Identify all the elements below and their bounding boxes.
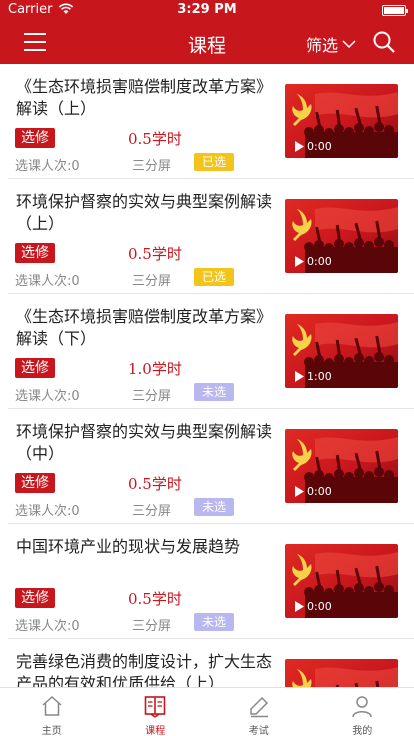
tab-label: 主页: [41, 726, 62, 736]
course-hours: 0.5学时: [128, 590, 182, 608]
duration-label: 0:00: [307, 485, 332, 498]
course-thumbnail[interactable]: 0:00: [285, 429, 398, 503]
flag-thumbnail-icon: [285, 659, 398, 687]
course-type-badge: 选修: [15, 243, 55, 263]
course-title: 完善绿色消费的制度设计，扩大生态产品的有效和优质供给（上）: [16, 652, 272, 687]
chevron-down-icon: [342, 40, 356, 49]
course-type-badge: 选修: [15, 128, 55, 148]
status-bar: Carrier 3:29 PM: [0, 0, 414, 20]
course-item[interactable]: 环境保护督察的实效与典型案例解读（中） 选修 0.5学时 选课人次:0 三分屏 …: [8, 409, 414, 524]
enroll-count: 选课人次:0: [15, 389, 80, 404]
book-icon: [144, 696, 166, 718]
play-icon: [295, 141, 304, 152]
course-thumbnail[interactable]: 1:00: [285, 314, 398, 388]
tab-courses[interactable]: 课程: [104, 688, 208, 736]
course-item[interactable]: 《生态环境损害赔偿制度改革方案》解读（下） 选修 1.0学时 选课人次:0 三分…: [8, 294, 414, 409]
tab-exam[interactable]: 考试: [207, 688, 311, 736]
battery-icon: [382, 5, 408, 16]
tab-label: 课程: [145, 726, 166, 736]
course-title: 《生态环境损害赔偿制度改革方案》解读（下）: [16, 307, 272, 348]
course-item[interactable]: 《生态环境损害赔偿制度改革方案》解读（上） 选修 0.5学时 选课人次:0 三分…: [8, 64, 414, 179]
duration-label: 0:00: [307, 140, 332, 153]
video-duration: 0:00: [295, 140, 332, 153]
tab-home[interactable]: 主页: [0, 688, 104, 736]
course-mode: 三分屏: [132, 389, 172, 404]
course-mode: 三分屏: [132, 274, 172, 289]
status-time: 3:29 PM: [177, 2, 237, 17]
enroll-count: 选课人次:0: [15, 274, 80, 289]
course-item[interactable]: 完善绿色消费的制度设计，扩大生态产品的有效和优质供给（上） 选修 0.5学时 选…: [8, 639, 414, 687]
course-title: 中国环境产业的现状与发展趋势: [16, 537, 241, 556]
course-item[interactable]: 环境保护督察的实效与典型案例解读（上） 选修 0.5学时 选课人次:0 三分屏 …: [8, 179, 414, 294]
selection-status-badge[interactable]: 未选: [194, 498, 234, 516]
enroll-count: 选课人次:0: [15, 504, 80, 519]
selection-status-badge[interactable]: 已选: [194, 268, 234, 286]
duration-label: 1:00: [307, 370, 332, 383]
video-duration: 0:00: [295, 600, 332, 613]
tab-label: 考试: [248, 726, 269, 736]
video-duration: 1:00: [295, 370, 332, 383]
nav-bar: 课程 筛选: [0, 20, 414, 64]
course-hours: 0.5学时: [128, 130, 182, 148]
course-mode: 三分屏: [132, 504, 172, 519]
search-icon[interactable]: [372, 30, 396, 54]
play-icon: [295, 601, 304, 612]
play-icon: [295, 486, 304, 497]
course-mode: 三分屏: [132, 159, 172, 174]
person-icon: [352, 696, 372, 718]
filter-label: 筛选: [305, 36, 338, 55]
selection-status-badge[interactable]: 未选: [194, 613, 234, 631]
course-thumbnail[interactable]: 0:00: [285, 659, 398, 687]
play-icon: [295, 371, 304, 382]
selection-status-badge[interactable]: 已选: [194, 153, 234, 171]
play-icon: [295, 256, 304, 267]
course-item[interactable]: 中国环境产业的现状与发展趋势 选修 0.5学时 选课人次:0 三分屏 未选 0:…: [8, 524, 414, 639]
course-type-badge: 选修: [15, 473, 55, 493]
course-mode: 三分屏: [132, 619, 172, 634]
selection-status-badge[interactable]: 未选: [194, 383, 234, 401]
enroll-count: 选课人次:0: [15, 159, 80, 174]
course-type-badge: 选修: [15, 588, 55, 608]
course-title: 环境保护督察的实效与典型案例解读（中）: [16, 422, 272, 463]
duration-label: 0:00: [307, 255, 332, 268]
tab-bar: 主页 课程 考试 我的: [0, 687, 414, 736]
course-title: 环境保护督察的实效与典型案例解读（上）: [16, 192, 272, 233]
video-duration: 0:00: [295, 485, 332, 498]
home-icon: [42, 695, 62, 716]
course-thumbnail[interactable]: 0:00: [285, 544, 398, 618]
course-title: 《生态环境损害赔偿制度改革方案》解读（上）: [16, 77, 272, 118]
course-hours: 0.5学时: [128, 475, 182, 493]
course-hours: 1.0学时: [128, 360, 182, 378]
course-list: 《生态环境损害赔偿制度改革方案》解读（上） 选修 0.5学时 选课人次:0 三分…: [0, 64, 414, 687]
filter-button[interactable]: 筛选: [306, 32, 356, 56]
pencil-icon: [250, 696, 268, 718]
enroll-count: 选课人次:0: [15, 619, 80, 634]
course-thumbnail[interactable]: 0:00: [285, 199, 398, 273]
course-type-badge: 选修: [15, 358, 55, 378]
video-duration: 0:00: [295, 255, 332, 268]
course-hours: 0.5学时: [128, 245, 182, 263]
tab-label: 我的: [352, 726, 373, 736]
tab-mine[interactable]: 我的: [311, 688, 414, 736]
duration-label: 0:00: [307, 600, 332, 613]
course-thumbnail[interactable]: 0:00: [285, 84, 398, 158]
